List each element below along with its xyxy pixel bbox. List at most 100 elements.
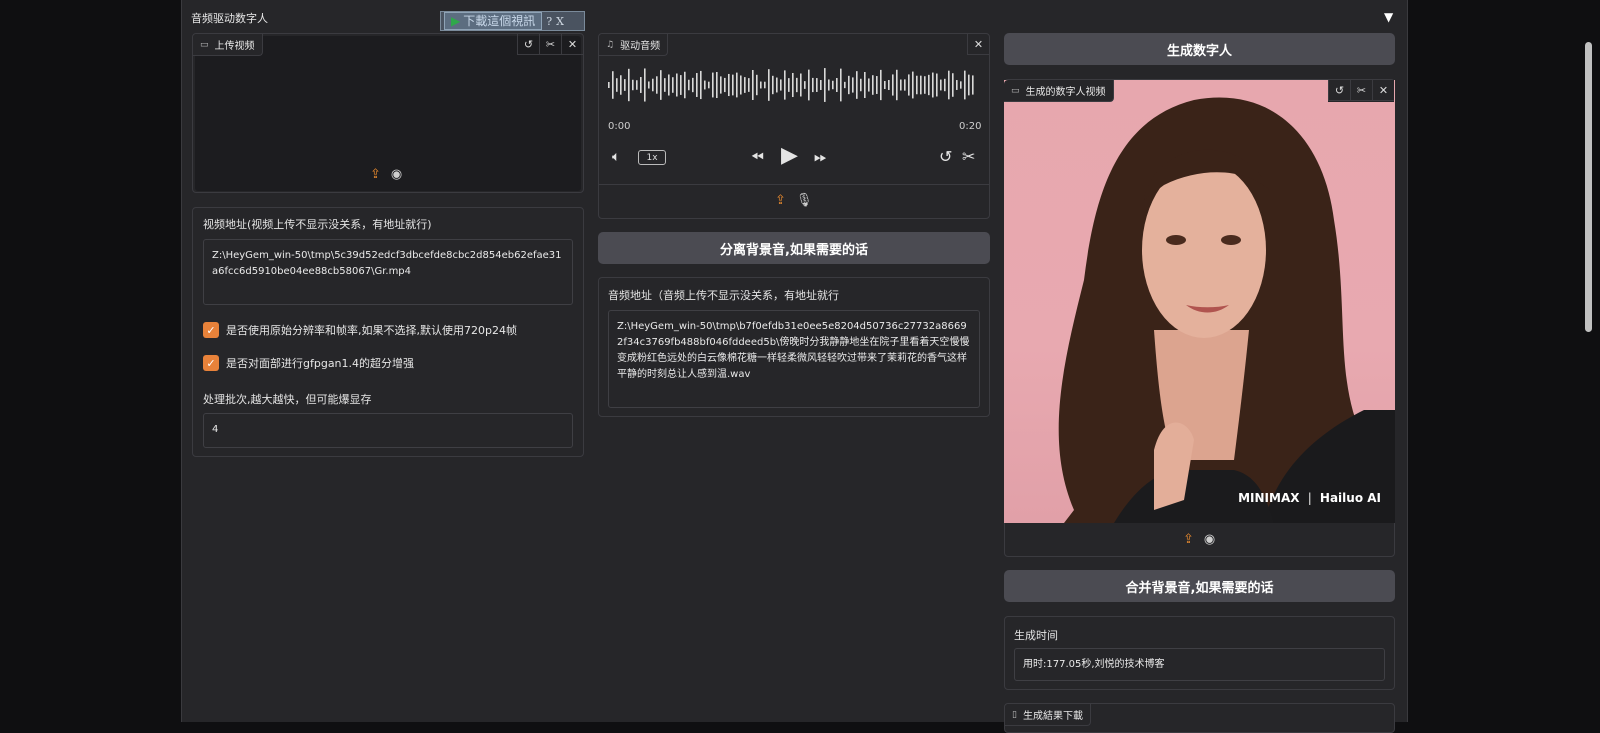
batch-input[interactable]: 4 <box>203 413 573 448</box>
video-path-field[interactable]: Z:\HeyGem_win-50\tmp\5c39d52edcf3dbcefde… <box>203 239 573 305</box>
volume-icon[interactable]: 🔈︎ <box>612 149 620 165</box>
separate-background-button[interactable]: 分离背景音,如果需要的话 <box>598 232 990 264</box>
video-upload-label: 上传视频 <box>214 41 255 52</box>
audio-waveform[interactable] <box>608 60 978 110</box>
waveform-bar <box>908 74 910 96</box>
help-icon[interactable]: ? <box>546 15 552 28</box>
waveform-bar <box>920 75 922 95</box>
output-webcam-icon[interactable]: ◉ <box>1204 532 1215 547</box>
play-icon[interactable]: ▶ <box>781 143 798 168</box>
gen-time-field[interactable]: 用时:177.05秒,刘悦的技术博客 <box>1014 648 1385 681</box>
waveform-bar <box>944 78 946 92</box>
original-resolution-option[interactable]: ✓ 是否使用原始分辨率和帧率,如果不选择,默认使用720p24帧 <box>203 322 517 338</box>
waveform-bar <box>684 71 686 99</box>
waveform-bar <box>932 72 934 98</box>
waveform-bar <box>916 75 918 95</box>
waveform-bar <box>900 79 902 91</box>
waveform-bar <box>864 71 866 99</box>
waveform-bar <box>620 75 622 95</box>
microphone-icon[interactable]: 🎙︎ <box>796 193 813 208</box>
waveform-bar <box>968 74 970 96</box>
watermark-separator: | <box>1307 491 1312 505</box>
output-source-row: ⇪ ◉ <box>1183 532 1215 547</box>
download-video-label: 下載這個視訊 <box>463 14 536 28</box>
clear-icon[interactable]: ✕ <box>561 34 583 55</box>
download-tag: ▯ 生成結果下載 <box>1005 704 1091 726</box>
audio-trim-icon[interactable]: ✂ <box>962 147 975 166</box>
audio-tools: ✕ <box>967 34 989 56</box>
waveform-bar <box>616 78 618 92</box>
output-clear-icon[interactable]: ✕ <box>1372 80 1394 101</box>
waveform-bar <box>876 76 878 94</box>
waveform-bar <box>840 68 842 102</box>
waveform-bar <box>796 77 798 93</box>
video-upload-tag: ▭ 上传视频 <box>193 34 263 56</box>
waveform-bar <box>800 73 802 97</box>
waveform-bar <box>732 74 734 96</box>
rewind-icon[interactable]: ⏪︎ <box>751 147 764 167</box>
waveform-bar <box>652 78 654 92</box>
waveform-bar <box>628 68 630 102</box>
waveform-bar <box>716 72 718 98</box>
output-upload-icon[interactable]: ⇪ <box>1183 532 1194 547</box>
waveform-bar <box>648 81 650 89</box>
waveform-bar <box>812 77 814 93</box>
audio-undo-icon[interactable]: ↺ <box>939 147 952 166</box>
waveform-bar <box>624 79 626 91</box>
audio-path-label: 音频地址（音频上传不显示没关系，有地址就行 <box>608 289 839 302</box>
playback-speed-button[interactable]: 1x <box>638 150 666 165</box>
waveform-bar <box>792 72 794 98</box>
video-source-row: ⇪ ◉ <box>370 167 402 182</box>
scissors-icon[interactable]: ✂ <box>539 34 561 55</box>
waveform-bar <box>836 78 838 92</box>
output-video-tools: ↺ ✂ ✕ <box>1328 80 1394 102</box>
merge-background-button[interactable]: 合并背景音,如果需要的话 <box>1004 570 1395 602</box>
waveform-bar <box>964 70 966 100</box>
waveform-bar <box>644 68 646 102</box>
panel-title: 音频驱动数字人 <box>191 12 268 25</box>
waveform-bar <box>940 79 942 91</box>
output-video-frame[interactable]: ▭ 生成的数字人视频 MINIMAX | Hailuo AI <box>1004 80 1395 523</box>
waveform-bar <box>816 78 818 92</box>
hailuo-logo: Hailuo AI <box>1319 491 1381 505</box>
waveform-bar <box>888 79 890 91</box>
waveform-bar <box>756 74 758 96</box>
waveform-bar <box>632 79 634 91</box>
audio-clear-icon[interactable]: ✕ <box>967 34 989 55</box>
waveform-bar <box>808 69 810 101</box>
output-scissors-icon[interactable]: ✂ <box>1350 80 1372 101</box>
waveform-bar <box>668 74 670 96</box>
audio-tag-label: 驱动音频 <box>620 41 661 52</box>
close-icon[interactable]: X <box>556 15 564 28</box>
play-icon: ▶ <box>451 14 461 28</box>
download-box: ▯ 生成結果下載 <box>1004 703 1395 733</box>
video-upload-box[interactable]: ▭ 上传视频 ↺ ✂ ✕ ⇪ ◉ <box>192 33 584 193</box>
gfpgan-option[interactable]: ✓ 是否对面部进行gfpgan1.4的超分增强 <box>203 355 414 371</box>
generate-digital-human-button[interactable]: 生成数字人 <box>1004 33 1395 65</box>
music-icon: ♫ <box>606 39 615 50</box>
video-icon: ▭ <box>200 39 209 50</box>
audio-source-row: ⇪ 🎙︎ <box>775 193 812 208</box>
gfpgan-checkbox[interactable]: ✓ <box>203 355 219 371</box>
waveform-bar <box>708 81 710 89</box>
waveform-bar <box>972 75 974 95</box>
output-video-tag-label: 生成的数字人视频 <box>1025 87 1106 98</box>
output-undo-icon[interactable]: ↺ <box>1328 80 1350 101</box>
download-video-button[interactable]: ▶ 下載這個視訊 <box>444 12 543 30</box>
webcam-icon[interactable]: ◉ <box>391 167 402 182</box>
original-resolution-checkbox[interactable]: ✓ <box>203 322 219 338</box>
video-tools: ↺ ✂ ✕ <box>517 34 583 56</box>
scrollbar-thumb[interactable] <box>1585 42 1592 332</box>
audio-path-field[interactable]: Z:\HeyGem_win-50\tmp\b7f0efdb31e0ee5e820… <box>608 310 980 408</box>
audio-upload-icon[interactable]: ⇪ <box>775 193 786 208</box>
waveform-bar <box>696 73 698 97</box>
waveform-bar <box>868 78 870 92</box>
fast-forward-icon[interactable]: ⏩︎ <box>814 147 827 167</box>
waveform-bar <box>928 74 930 96</box>
download-video-overlay[interactable]: ▶ 下載這個視訊 ? X <box>440 11 585 31</box>
upload-icon[interactable]: ⇪ <box>370 167 381 182</box>
undo-icon[interactable]: ↺ <box>517 34 539 55</box>
collapse-triangle-icon[interactable]: ▼ <box>1384 10 1393 24</box>
waveform-bar <box>788 78 790 92</box>
waveform-bar <box>856 71 858 99</box>
